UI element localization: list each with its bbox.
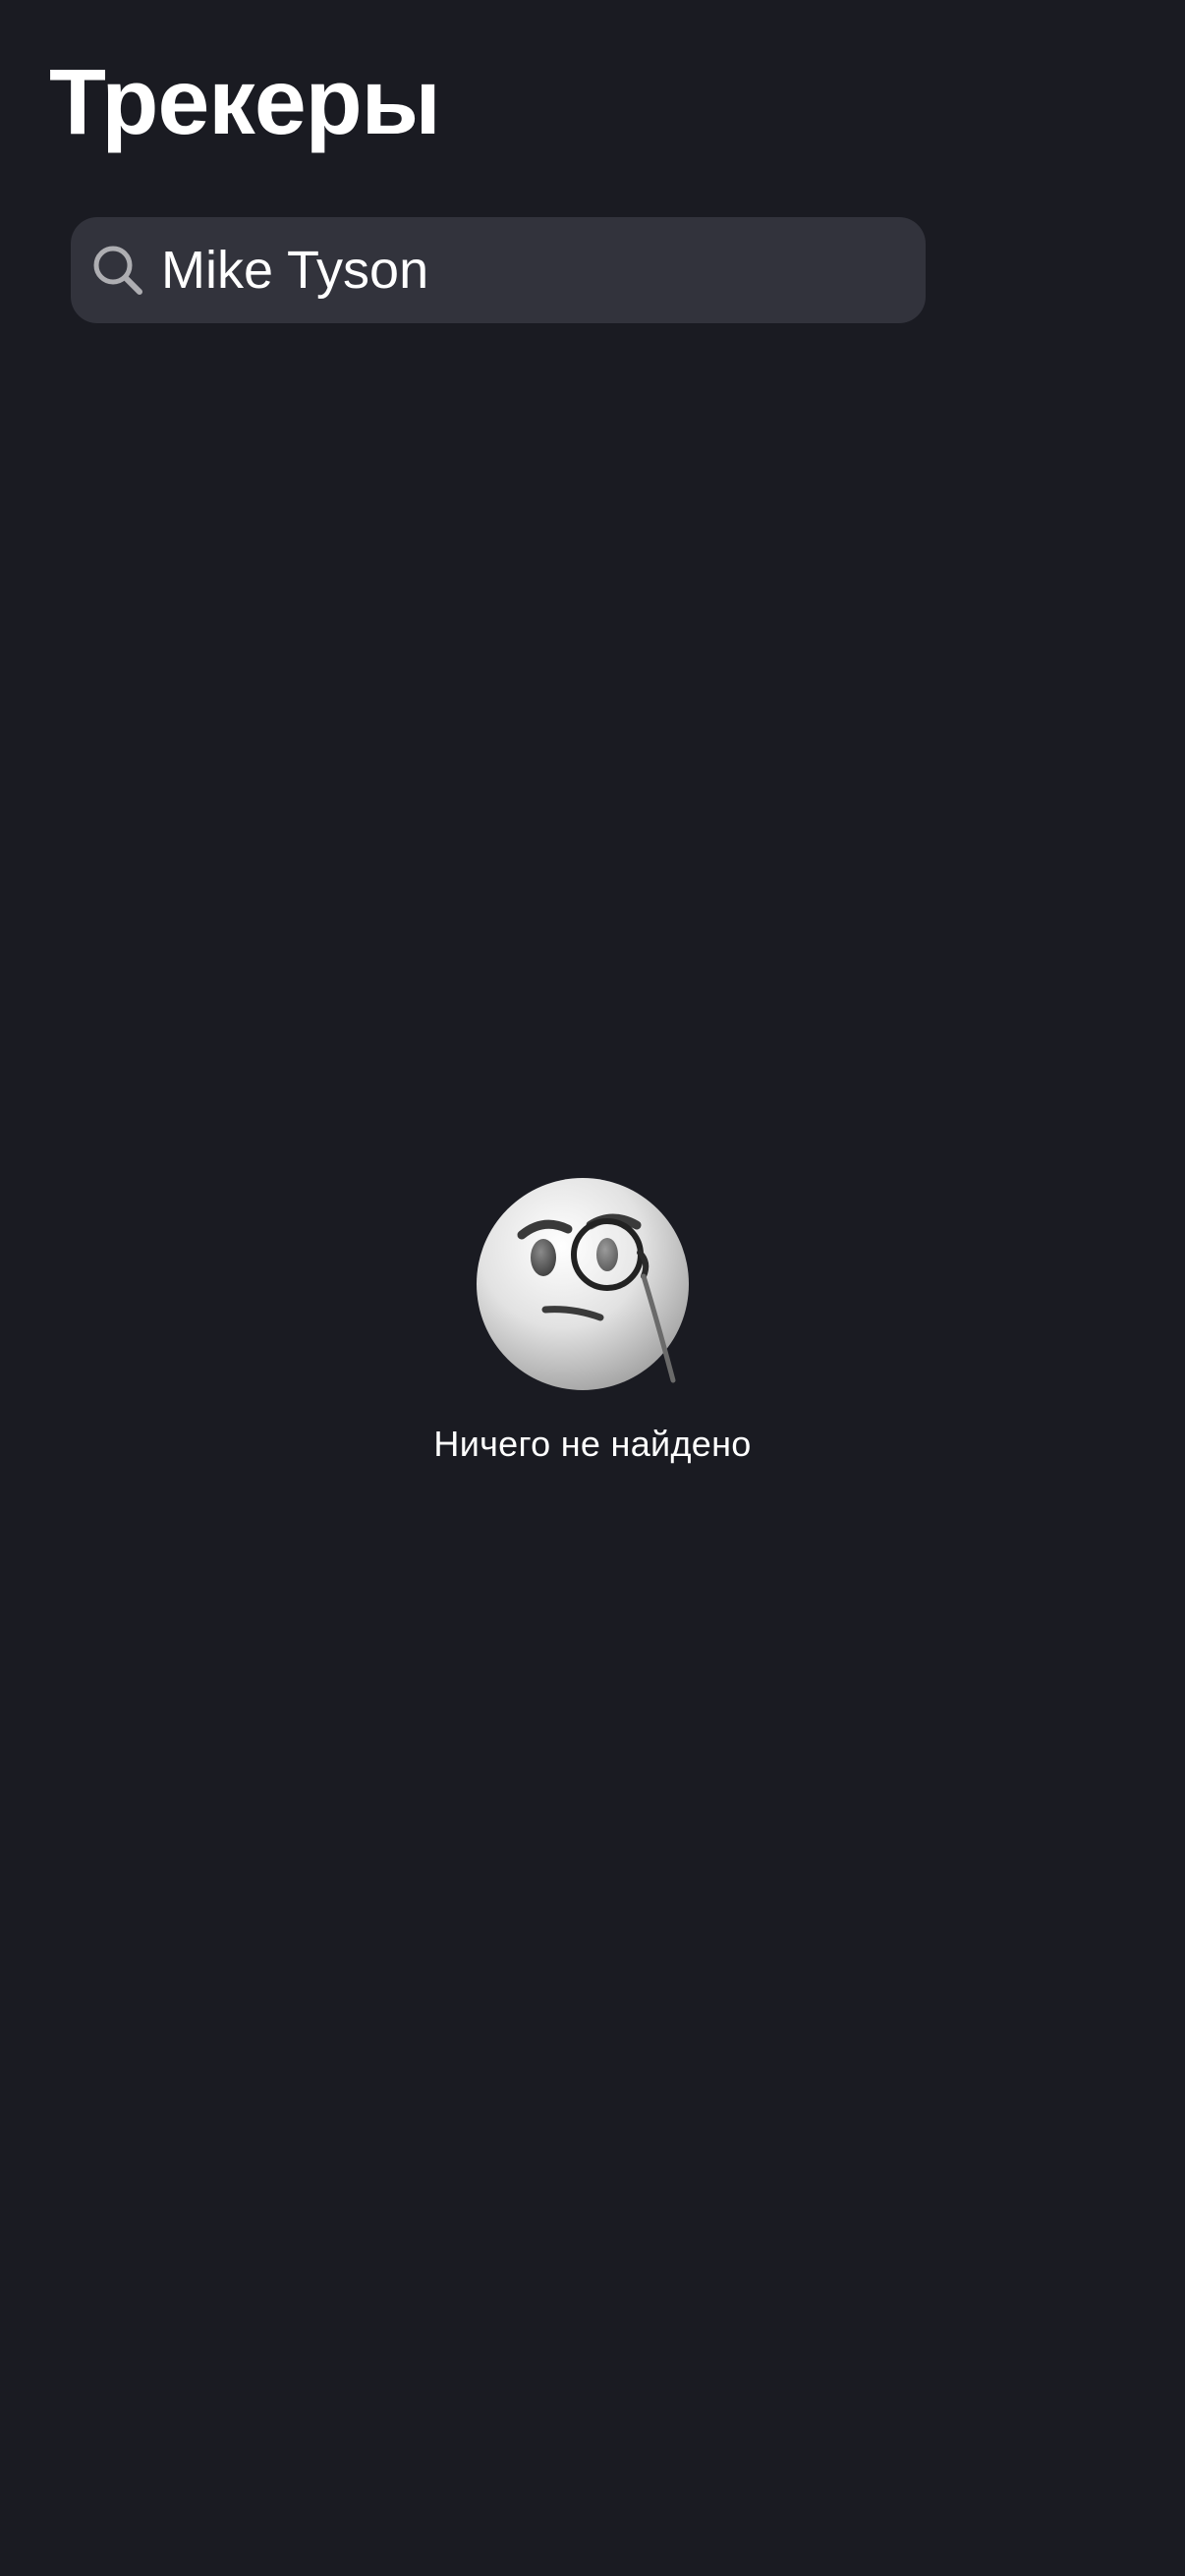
- search-input[interactable]: [161, 217, 926, 323]
- trackers-screen: Трекеры Mike Tyson Ничего не найдено: [0, 0, 1185, 2576]
- empty-state-message: Ничего не найдено: [433, 1424, 752, 1464]
- empty-state: Ничего не найдено: [0, 1174, 1185, 1465]
- face-with-monocle-icon: [477, 1178, 689, 1390]
- page-title: Трекеры: [49, 50, 441, 154]
- search-icon: [93, 246, 142, 295]
- search-bar[interactable]: [71, 217, 926, 323]
